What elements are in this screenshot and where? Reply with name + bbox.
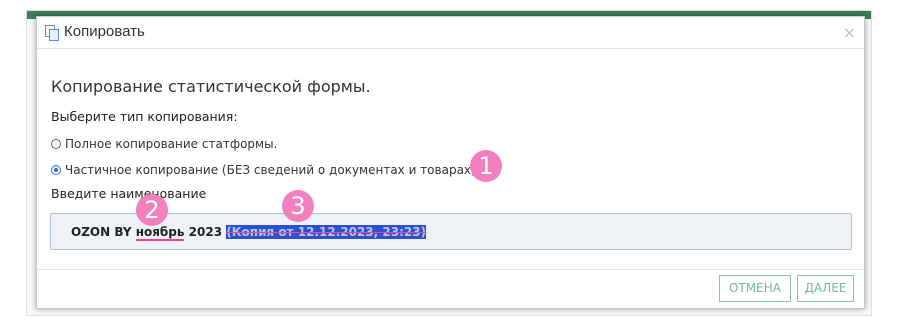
copy-type-label: Выберите тип копирования:: [51, 109, 238, 124]
name-input-value: OZON BY ноябрь 2023 (Копия от 12.12.2023…: [71, 225, 427, 241]
dialog-footer-divider: [37, 269, 864, 270]
close-icon[interactable]: ×: [843, 23, 856, 42]
copy-icon: [45, 25, 59, 41]
dialog-title: Копировать: [64, 23, 145, 40]
name-label: Введите наименование: [51, 186, 207, 201]
annotation-badge-1: 1: [470, 150, 502, 182]
copy-dialog: Копировать × Копирование статистической …: [36, 16, 865, 309]
cancel-button[interactable]: ОТМЕНА: [719, 275, 791, 302]
name-segment-copy-suffix: (Копия от 12.12.2023, 23:23): [226, 225, 427, 239]
next-button[interactable]: ДАЛЕЕ: [797, 275, 854, 302]
option-full-copy-label: Полное копирование статформы.: [65, 137, 278, 151]
name-segment-year: 2023: [184, 225, 227, 239]
name-input[interactable]: OZON BY ноябрь 2023 (Копия от 12.12.2023…: [50, 213, 852, 250]
annotation-badge-2: 2: [136, 194, 168, 226]
name-segment-month: ноябрь: [135, 225, 185, 241]
name-segment-prefix: OZON BY: [71, 225, 136, 239]
annotation-badge-3: 3: [282, 190, 314, 222]
radio-full-copy[interactable]: [51, 139, 61, 149]
option-partial-copy-label: Частичное копирование (БЕЗ сведений о до…: [65, 163, 476, 177]
option-partial-copy[interactable]: Частичное копирование (БЕЗ сведений о до…: [51, 163, 476, 177]
option-full-copy[interactable]: Полное копирование статформы.: [51, 137, 277, 151]
dialog-heading: Копирование статистической формы.: [51, 77, 371, 96]
dialog-titlebar: Копировать ×: [37, 17, 864, 49]
radio-partial-copy[interactable]: [51, 165, 61, 175]
